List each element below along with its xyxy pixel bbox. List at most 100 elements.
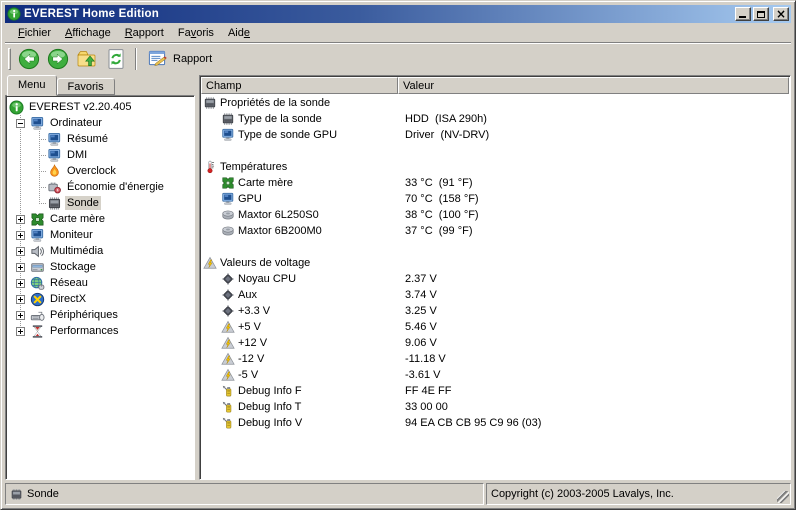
tree-connector bbox=[39, 195, 40, 203]
menu-item-aide[interactable]: Aide bbox=[221, 25, 257, 41]
menu-item-fichier[interactable]: Fichier bbox=[11, 25, 58, 41]
tree-connector bbox=[20, 179, 21, 195]
minimize-button[interactable] bbox=[735, 7, 751, 21]
list-row-debug-info-t[interactable]: Debug Info T 33 00 00 bbox=[201, 399, 789, 415]
list-row-type-de-la-sonde[interactable]: Type de la sonde HDD (ISA 290h) bbox=[201, 111, 789, 127]
list-row-gpu[interactable]: GPU 70 °C (158 °F) bbox=[201, 191, 789, 207]
computer-icon bbox=[47, 148, 62, 163]
chip-icon bbox=[47, 196, 62, 211]
tree-item-reseau[interactable]: Réseau bbox=[6, 275, 194, 291]
tree-item-dmi[interactable]: DMI bbox=[6, 147, 194, 163]
tree-item-label: Performances bbox=[50, 325, 119, 337]
maximize-button[interactable] bbox=[753, 7, 769, 21]
sidebar-tabs: Menu Favoris bbox=[5, 75, 195, 96]
status-text: Sonde bbox=[27, 488, 59, 500]
list-row-debug-info-v[interactable]: Debug Info V 94 EA CB CB 95 C9 96 (03) bbox=[201, 415, 789, 431]
list-row-12-v[interactable]: +12 V 9.06 V bbox=[201, 335, 789, 351]
collapse-toggle[interactable] bbox=[16, 118, 25, 128]
tree-item-multimedia[interactable]: Multimédia bbox=[6, 243, 194, 259]
close-button[interactable]: × bbox=[773, 7, 789, 21]
tab-menu[interactable]: Menu bbox=[7, 75, 57, 96]
tree-item-label: Ordinateur bbox=[50, 117, 102, 129]
tree-item-overclock[interactable]: Overclock bbox=[6, 163, 194, 179]
expand-toggle[interactable] bbox=[16, 294, 25, 304]
list-row-noyau-cpu[interactable]: Noyau CPU 2.37 V bbox=[201, 271, 789, 287]
value-label: 33 °C (91 °F) bbox=[405, 177, 473, 189]
app-logo-icon bbox=[9, 99, 24, 115]
expand-toggle[interactable] bbox=[16, 230, 25, 240]
value-label: 70 °C (158 °F) bbox=[405, 193, 479, 205]
field-cell: +3.3 V bbox=[201, 304, 398, 318]
list-row-aux[interactable]: Aux 3.74 V bbox=[201, 287, 789, 303]
menu-item-rapport[interactable]: Rapport bbox=[118, 25, 171, 41]
value-label: 3.74 V bbox=[405, 289, 437, 301]
tree-item-economie-d-energie[interactable]: Économie d'énergie bbox=[6, 179, 194, 195]
report-button[interactable]: Rapport bbox=[142, 46, 219, 72]
close-icon: × bbox=[775, 7, 787, 21]
toolbar: Rapport bbox=[5, 43, 791, 74]
list-row-type-de-sonde-gpu[interactable]: Type de sonde GPU Driver (NV-DRV) bbox=[201, 127, 789, 143]
tree-item-everest-v2-20-405[interactable]: EVEREST v2.20.405 bbox=[6, 99, 194, 115]
tree-item-resume[interactable]: Résumé bbox=[6, 131, 194, 147]
list-row-3-3-v[interactable]: +3.3 V 3.25 V bbox=[201, 303, 789, 319]
forward-button[interactable] bbox=[44, 46, 72, 72]
list-row-debug-info-f[interactable]: Debug Info F FF 4E FF bbox=[201, 383, 789, 399]
field-cell: Valeurs de voltage bbox=[201, 256, 398, 270]
expand-toggle[interactable] bbox=[16, 246, 25, 256]
menu-item-affichage[interactable]: Affichage bbox=[58, 25, 118, 41]
field-cell: Type de sonde GPU bbox=[201, 128, 398, 142]
value-label: 5.46 V bbox=[405, 321, 437, 333]
field-label: +3.3 V bbox=[238, 305, 271, 317]
tree-item-ordinateur[interactable]: Ordinateur bbox=[6, 115, 194, 131]
column-header-champ[interactable]: Champ bbox=[201, 77, 398, 94]
up-button[interactable] bbox=[73, 46, 101, 72]
computer-icon bbox=[221, 192, 235, 206]
list-row-valeurs-de-voltage[interactable]: Valeurs de voltage bbox=[201, 255, 789, 271]
directx-icon bbox=[30, 292, 45, 307]
expand-toggle[interactable] bbox=[16, 262, 25, 272]
back-button[interactable] bbox=[15, 46, 43, 72]
list-row-maxtor-6b200m0[interactable]: Maxtor 6B200M0 37 °C (99 °F) bbox=[201, 223, 789, 239]
expand-toggle[interactable] bbox=[16, 310, 25, 320]
motherboard-icon bbox=[30, 212, 45, 227]
tree-item-stockage[interactable]: Stockage bbox=[6, 259, 194, 275]
tree-item-peripheriques[interactable]: Périphériques bbox=[6, 307, 194, 323]
tree-item-performances[interactable]: Performances bbox=[6, 323, 194, 339]
list-row-5-v[interactable]: +5 V 5.46 V bbox=[201, 319, 789, 335]
expand-toggle[interactable] bbox=[16, 326, 25, 336]
report-icon bbox=[147, 48, 169, 70]
list-row-5-v[interactable]: -5 V -3.61 V bbox=[201, 367, 789, 383]
tree-item-sonde[interactable]: Sonde bbox=[6, 195, 194, 211]
refresh-button[interactable] bbox=[102, 46, 130, 72]
list-row-maxtor-6l250s0[interactable]: Maxtor 6L250S0 38 °C (100 °F) bbox=[201, 207, 789, 223]
copyright-text: Copyright (c) 2003-2005 Lavalys, Inc. bbox=[491, 488, 674, 500]
voltage-icon bbox=[221, 320, 235, 334]
tree-connector bbox=[39, 155, 46, 156]
tree-item-directx[interactable]: DirectX bbox=[6, 291, 194, 307]
expand-toggle[interactable] bbox=[16, 214, 25, 224]
list-row-12-v[interactable]: -12 V -11.18 V bbox=[201, 351, 789, 367]
tree-item-label: DirectX bbox=[50, 293, 87, 305]
field-label: Debug Info V bbox=[238, 417, 303, 429]
list-row-carte-mere[interactable]: Carte mère 33 °C (91 °F) bbox=[201, 175, 789, 191]
motherboard-icon bbox=[221, 176, 235, 190]
tree-connector bbox=[39, 139, 46, 140]
refresh-icon bbox=[105, 48, 127, 70]
tree-item-label: Économie d'énergie bbox=[67, 181, 164, 193]
tree-item-label: Multimédia bbox=[50, 245, 104, 257]
field-label: Températures bbox=[220, 161, 288, 173]
window-controls: × bbox=[735, 7, 789, 21]
menu-item-favoris[interactable]: Favoris bbox=[171, 25, 221, 41]
list-row-temperatures[interactable]: Températures bbox=[201, 159, 789, 175]
debug-icon bbox=[221, 400, 235, 414]
list-row-proprietes-de-la-sonde[interactable]: Propriétés de la sonde bbox=[201, 95, 789, 111]
tree-item-carte-mere[interactable]: Carte mère bbox=[6, 211, 194, 227]
tree-connector bbox=[39, 171, 46, 172]
tab-favoris[interactable]: Favoris bbox=[56, 78, 115, 95]
expand-toggle[interactable] bbox=[16, 278, 25, 288]
field-cell: GPU bbox=[201, 192, 398, 206]
column-header-valeur[interactable]: Valeur bbox=[398, 77, 789, 94]
toolbar-gripper[interactable] bbox=[8, 47, 11, 70]
tree-item-moniteur[interactable]: Moniteur bbox=[6, 227, 194, 243]
resize-grip[interactable] bbox=[777, 491, 789, 503]
